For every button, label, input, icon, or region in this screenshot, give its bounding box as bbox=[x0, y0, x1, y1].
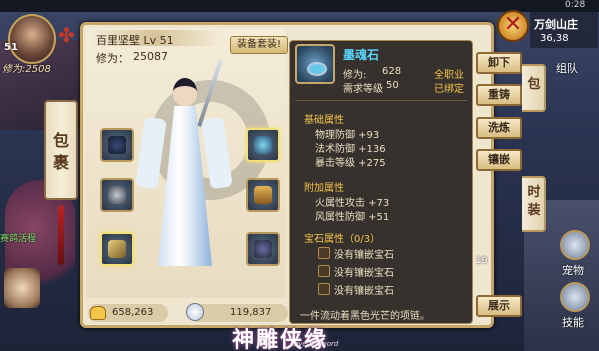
item-req-level-label: 需求等级 bbox=[343, 84, 383, 95]
gem-slot-icon bbox=[318, 283, 330, 295]
player-power: 修为:2508 bbox=[2, 64, 51, 75]
item-name: 墨魂石 bbox=[343, 48, 380, 62]
gem-slot: 没有镶嵌宝石 bbox=[334, 250, 394, 261]
tab-bag-label: 包裹 bbox=[52, 131, 69, 172]
game-logo-subtitle: Love & Sword bbox=[290, 340, 339, 348]
left-event-text[interactable]: 赛鸽活程 bbox=[0, 231, 36, 244]
gem-slot-icon bbox=[318, 265, 330, 277]
character-power-value: 25087 bbox=[133, 50, 168, 63]
pet-label: 宠物 bbox=[562, 264, 584, 277]
slot-weapon[interactable] bbox=[100, 232, 134, 266]
close-button[interactable]: ✕ bbox=[497, 10, 529, 42]
inlay-button[interactable]: 镶嵌 bbox=[476, 149, 522, 171]
item-count: 19 bbox=[476, 256, 488, 266]
item-power-value: 628 bbox=[382, 66, 402, 77]
slot-armor[interactable] bbox=[246, 232, 280, 266]
character-power-label: 修为： bbox=[96, 52, 129, 65]
location-coords: 36,38 bbox=[540, 33, 569, 44]
robe-sleeve bbox=[201, 116, 233, 190]
tassel-decoration bbox=[58, 205, 64, 265]
recast-button[interactable]: 重铸 bbox=[476, 84, 522, 106]
gem-slot-icon bbox=[318, 247, 330, 259]
tab-fashion-label: 时装 bbox=[527, 185, 541, 218]
pet-icon[interactable] bbox=[560, 230, 590, 260]
skill-label: 技能 bbox=[562, 316, 584, 329]
item-bound: 已绑定 bbox=[434, 84, 464, 95]
silver-amount: 119,837 bbox=[230, 307, 272, 318]
silver-coin-icon bbox=[186, 303, 204, 321]
extra-stat: 火属性攻击 +73 bbox=[315, 198, 390, 209]
npc-portrait[interactable] bbox=[4, 268, 40, 308]
divider bbox=[295, 100, 467, 101]
unequip-button[interactable]: 卸下 bbox=[476, 52, 522, 74]
clock: 0:28 bbox=[565, 0, 586, 10]
item-class: 全职业 bbox=[434, 70, 464, 81]
slot-belt[interactable] bbox=[100, 178, 134, 212]
slot-boots[interactable] bbox=[246, 178, 280, 212]
boots-icon bbox=[254, 186, 272, 204]
extra-stat: 风属性防御 +51 bbox=[315, 212, 390, 223]
base-stat: 物理防御 +93 bbox=[315, 130, 380, 141]
gold-ingot-icon bbox=[90, 306, 106, 320]
team-label[interactable]: 组队 bbox=[556, 60, 578, 76]
gem-slot: 没有镶嵌宝石 bbox=[334, 268, 394, 279]
base-stat: 暴击等级 +275 bbox=[315, 158, 386, 169]
necklace-item-icon bbox=[295, 44, 335, 84]
item-req-level: 50 bbox=[386, 80, 399, 91]
chinese-knot-icon: ✤ bbox=[58, 23, 75, 47]
skill-icon[interactable] bbox=[560, 282, 590, 312]
show-button[interactable]: 展示 bbox=[476, 295, 522, 317]
gem-slot: 没有镶嵌宝石 bbox=[334, 286, 394, 297]
tab-bag-right-label: 包 bbox=[527, 77, 541, 92]
sword-icon bbox=[108, 240, 126, 258]
gold-amount: 658,263 bbox=[112, 307, 154, 318]
character-name: 百里坚壁 Lv 51 bbox=[96, 34, 174, 47]
belt-icon bbox=[108, 186, 126, 204]
armor-icon bbox=[254, 240, 272, 258]
player-level: 51 bbox=[4, 42, 18, 53]
base-stats-title: 基础属性 bbox=[304, 115, 344, 126]
robe-sleeve bbox=[135, 116, 167, 190]
item-description: 一件流动着黑色光芒的项链。 bbox=[300, 311, 430, 322]
helmet-icon bbox=[108, 136, 126, 154]
extra-stats-title: 附加属性 bbox=[304, 183, 344, 194]
slot-necklace[interactable] bbox=[246, 128, 280, 162]
character-head bbox=[173, 78, 197, 106]
player-avatar[interactable] bbox=[8, 14, 56, 64]
necklace-icon bbox=[254, 136, 272, 154]
equipment-set-button[interactable]: 装备套装! bbox=[230, 36, 288, 54]
location-name: 万剑山庄 bbox=[534, 18, 578, 31]
character-model[interactable] bbox=[135, 78, 233, 268]
base-stat: 法术防御 +136 bbox=[315, 144, 386, 155]
gem-stats-title: 宝石属性（0/3） bbox=[304, 234, 381, 245]
item-power-label: 修为: bbox=[343, 70, 367, 81]
slot-helmet[interactable] bbox=[100, 128, 134, 162]
refine-button[interactable]: 洗炼 bbox=[476, 117, 522, 139]
